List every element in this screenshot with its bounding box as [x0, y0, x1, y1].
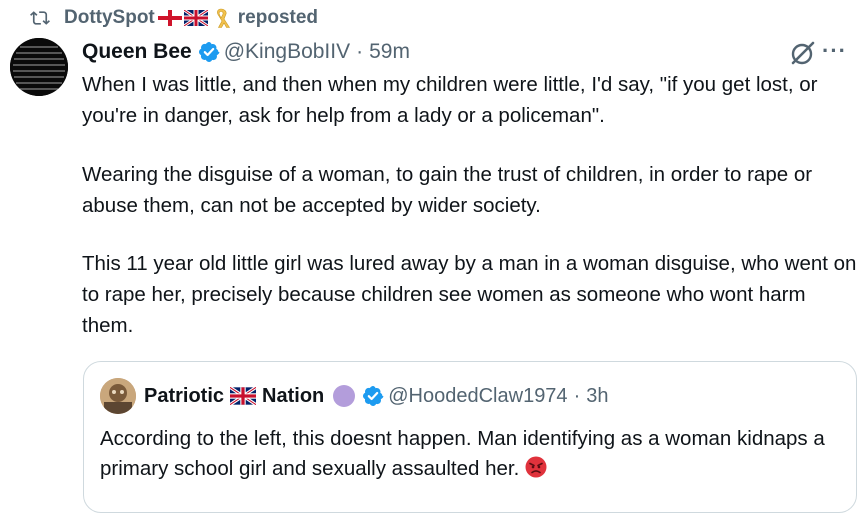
quoted-header: Patriotic Nation @HoodedClaw1974 · 3h	[144, 380, 608, 412]
repost-icon	[30, 11, 50, 25]
verified-badge-icon	[198, 42, 220, 62]
tweet-paragraph: Wearing the disguise of a woman, to gain…	[82, 163, 813, 217]
repost-label: reposted	[237, 7, 319, 28]
quoted-avatar[interactable]	[100, 378, 136, 414]
timestamp[interactable]: 59m	[369, 40, 410, 64]
england-flag-icon	[157, 10, 182, 26]
yellow-ribbon-icon	[216, 8, 230, 28]
user-handle[interactable]: @KingBobIIV	[224, 40, 350, 64]
verified-badge-icon	[363, 386, 384, 406]
display-name[interactable]: Queen Bee	[82, 40, 192, 64]
more-icon[interactable]: ···	[822, 40, 856, 66]
tweet-paragraph: This 11 year old little girl was lured a…	[82, 252, 857, 337]
uk-flag-icon	[230, 387, 257, 405]
separator-dot: ·	[356, 40, 364, 63]
quoted-text-body: According to the left, this doesnt happe…	[100, 427, 825, 480]
repost-context[interactable]: DottySpot reposted	[30, 4, 318, 32]
quoted-display-name-part2[interactable]: Nation	[262, 385, 324, 408]
tweet-paragraph: When I was little, and then when my chil…	[82, 73, 818, 127]
quoted-avatar-image	[100, 378, 136, 414]
purple-circle-icon	[333, 385, 356, 407]
angry-face-emoji-icon	[525, 456, 547, 478]
quoted-handle[interactable]: @HoodedClaw1974	[388, 385, 567, 408]
tweet-header: Queen Bee @KingBobIIV · 59m	[82, 37, 410, 67]
quoted-display-name-part1[interactable]: Patriotic	[144, 385, 224, 408]
uk-flag-icon	[183, 10, 208, 26]
grok-icon[interactable]	[790, 40, 816, 66]
quoted-text: According to the left, this doesnt happe…	[100, 424, 840, 484]
avatar[interactable]	[10, 38, 68, 96]
avatar-image	[10, 38, 68, 96]
separator-dot: ·	[573, 384, 581, 407]
reposter-name[interactable]: DottySpot	[64, 7, 155, 29]
quoted-tweet[interactable]: Patriotic Nation @HoodedClaw1974 · 3h Ac…	[83, 361, 857, 513]
quoted-timestamp[interactable]: 3h	[586, 385, 608, 408]
